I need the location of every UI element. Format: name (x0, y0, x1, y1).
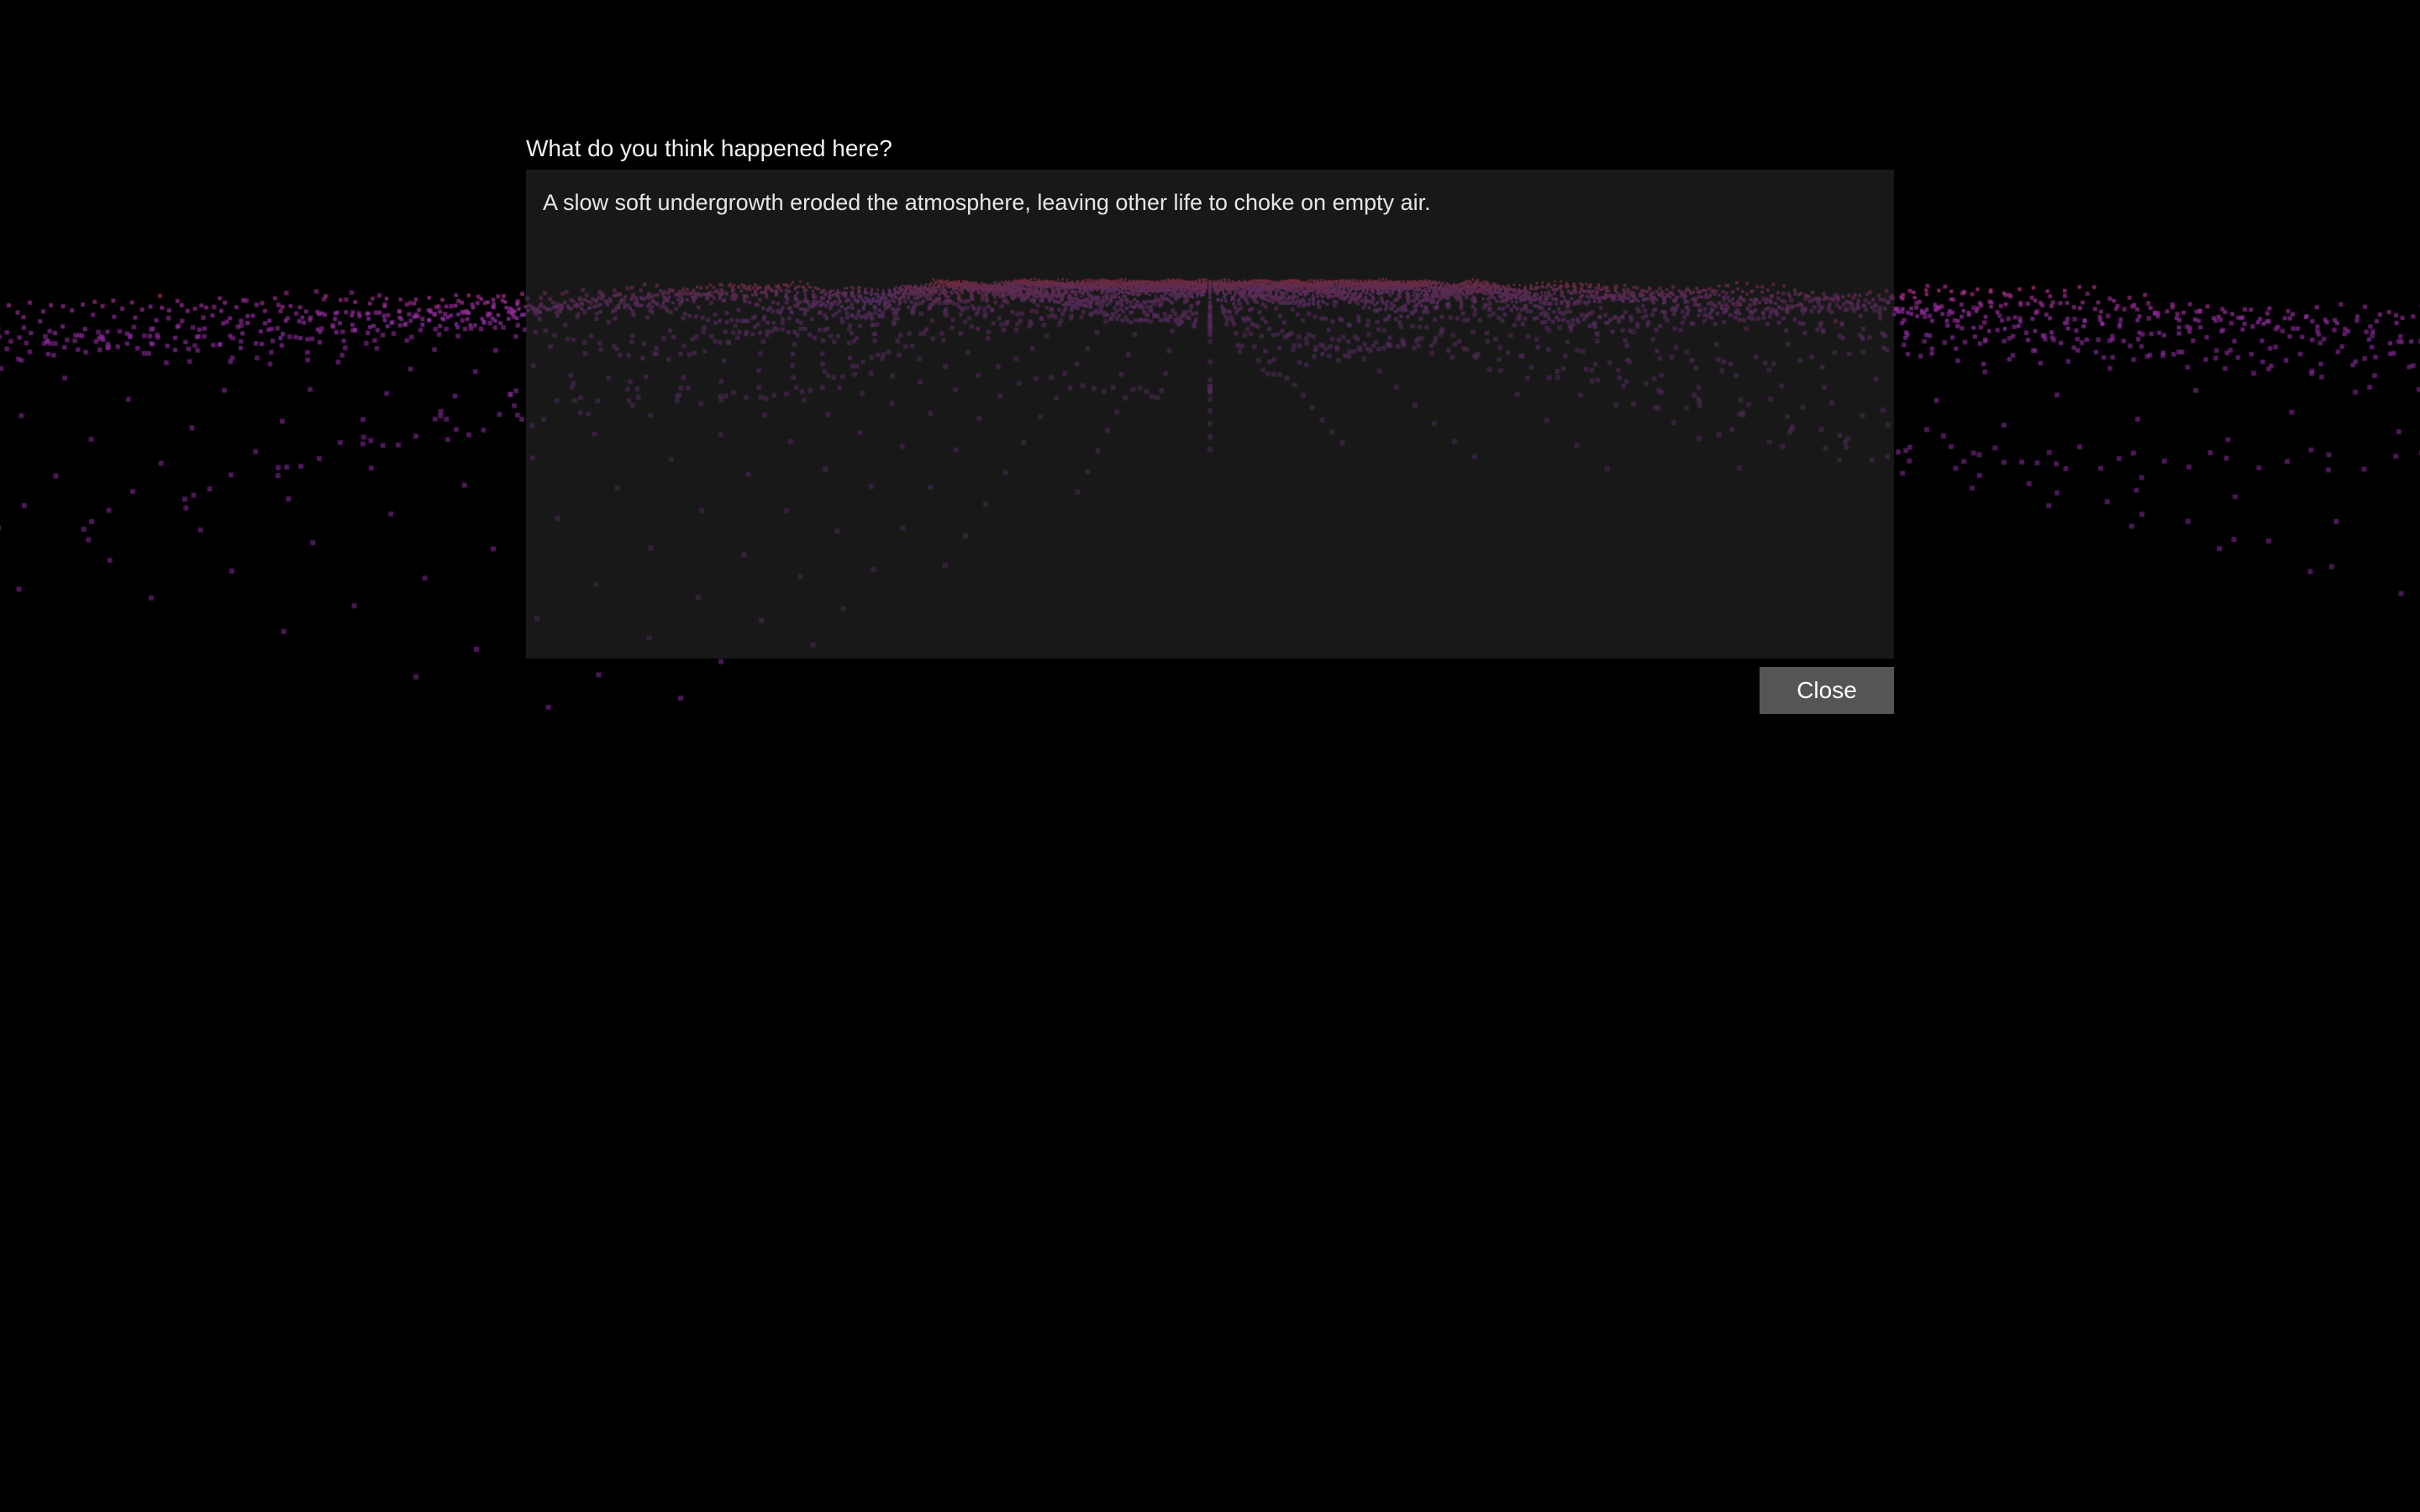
prompt-label: What do you think happened here? (526, 135, 892, 161)
response-textarea[interactable] (526, 170, 1894, 659)
close-button[interactable]: Close (1760, 667, 1894, 714)
